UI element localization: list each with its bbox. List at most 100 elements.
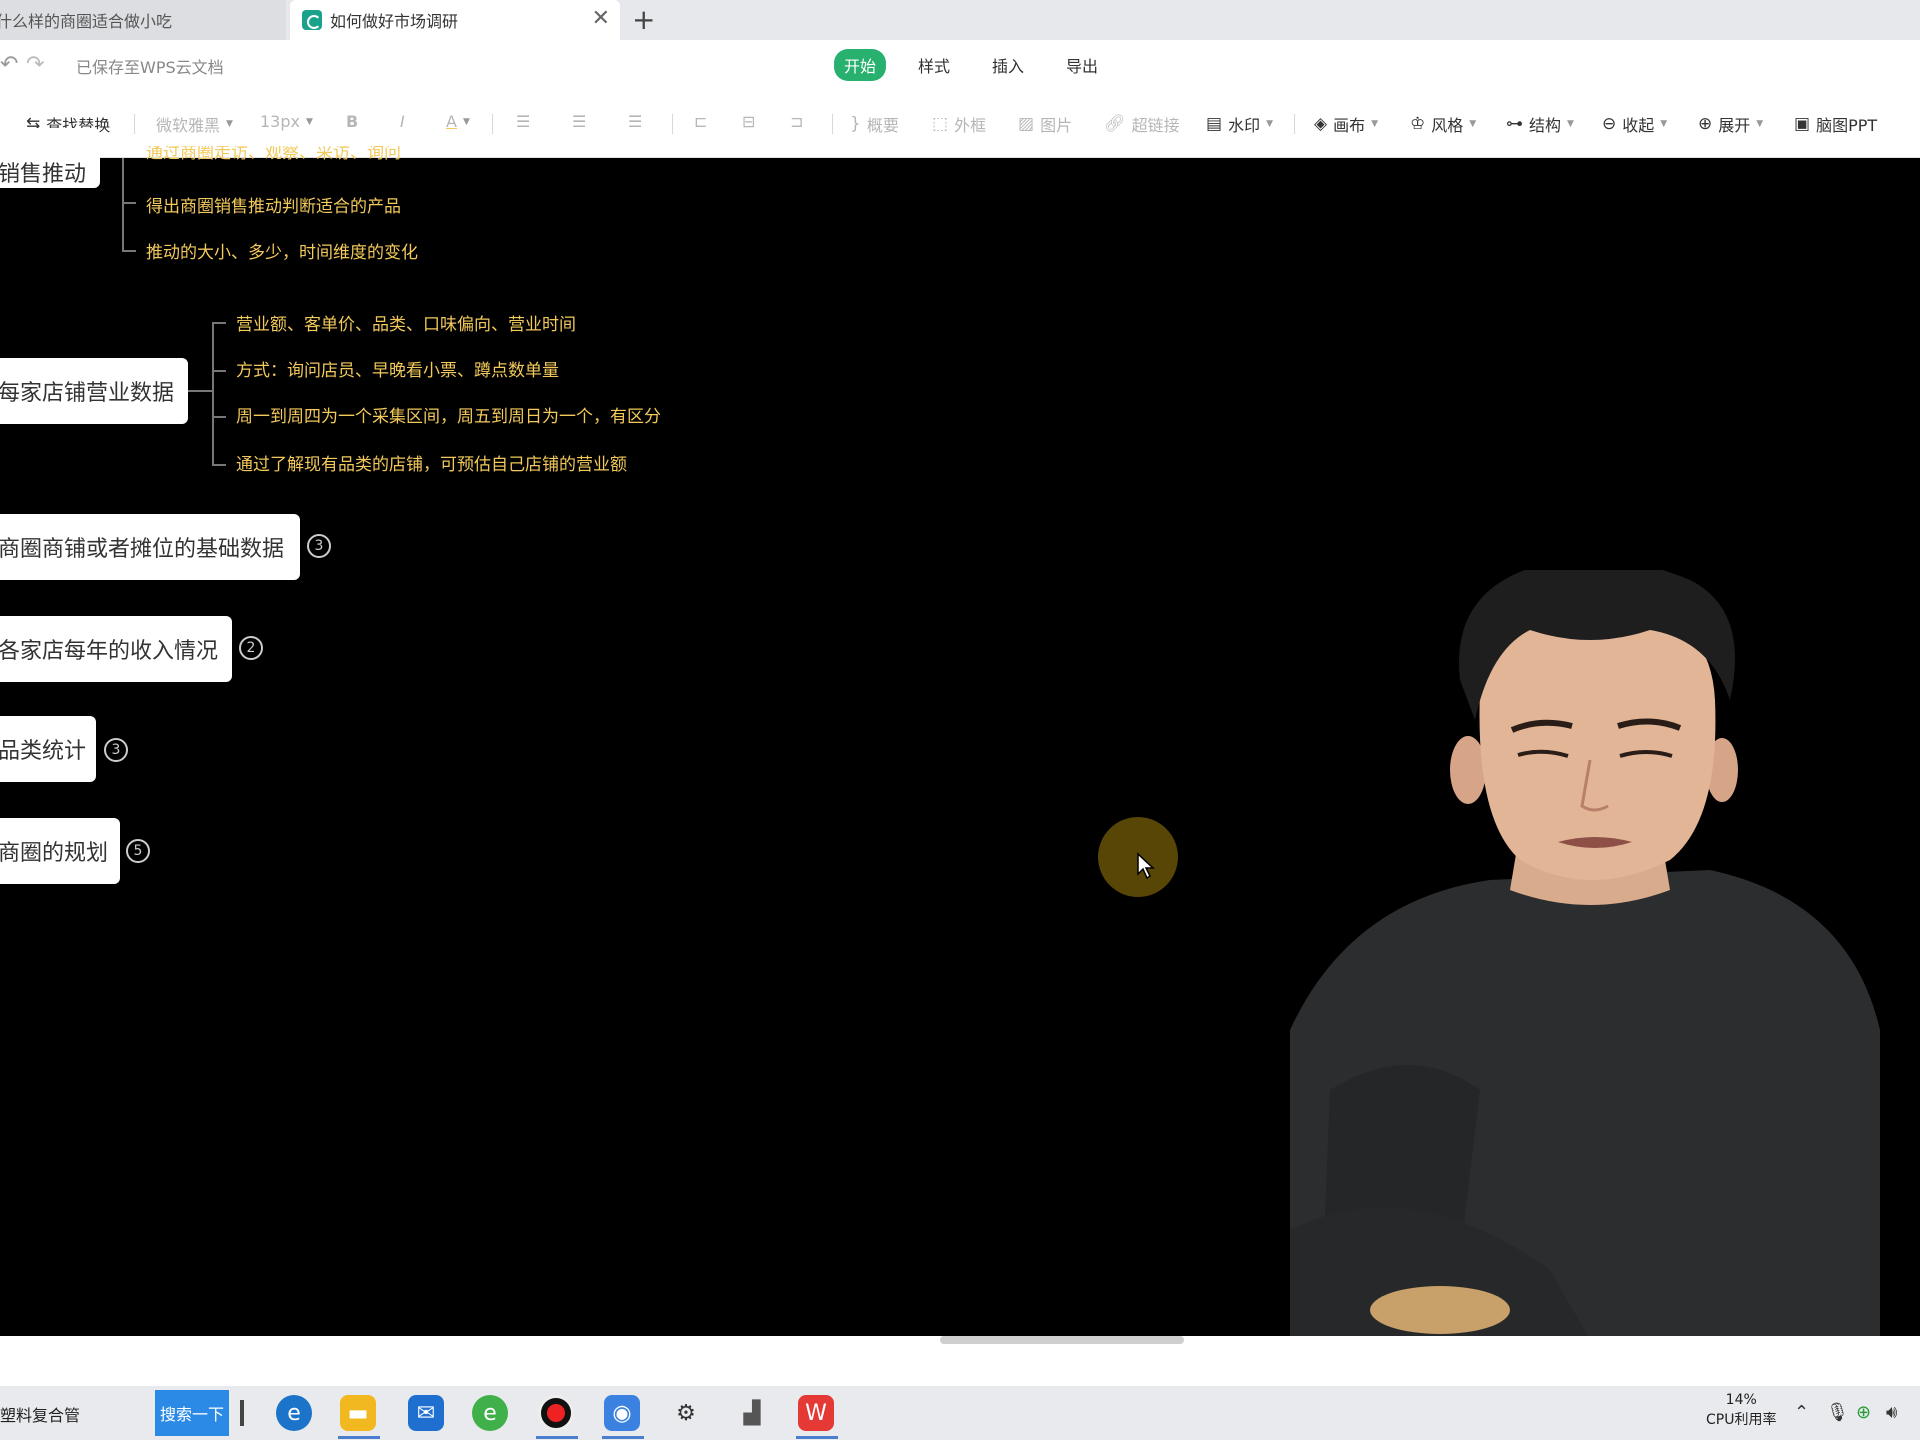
font-family-select[interactable]: 微软雅黑 ▼	[156, 112, 233, 136]
tab-start[interactable]: 开始	[834, 49, 887, 81]
cpu-usage: 14% CPU利用率	[1706, 1390, 1776, 1430]
mindmap-node[interactable]: 商圈商铺或者摊位的基础数据	[0, 514, 300, 580]
browser-icon[interactable]: e	[472, 1395, 508, 1431]
security-icon[interactable]: ⊕	[1856, 1402, 1871, 1423]
image-icon: ▨	[1018, 114, 1035, 134]
image-button[interactable]: ▨ 图片	[1018, 112, 1072, 136]
browser-tab-strip: 什么样的商圈适合做小吃 如何做好市场调研 ✕ +	[0, 0, 1920, 40]
wps-icon[interactable]: W	[798, 1395, 834, 1431]
tab-export[interactable]: 导出	[1056, 49, 1108, 81]
mindmap-node[interactable]: 每家店铺营业数据	[0, 358, 188, 424]
mindmap-node[interactable]: 销售推动	[0, 128, 101, 188]
align-left-icon[interactable]: ☰	[516, 112, 530, 131]
mindmap-leaf[interactable]: 得出商圈销售推动判断适合的产品	[146, 192, 401, 217]
edge-icon[interactable]: e	[276, 1395, 312, 1431]
divider	[492, 114, 493, 134]
node-label: 各家店每年的收入情况	[0, 639, 219, 664]
menu-tabs: 开始 样式 插入 导出	[834, 49, 1108, 81]
connector-line	[212, 322, 214, 466]
mindmap-leaf[interactable]: 周一到周四为一个采集区间，周五到周日为一个，有区分	[236, 402, 661, 427]
shirt-icon: ♔	[1410, 114, 1426, 134]
connector-line	[212, 370, 226, 372]
active-app-indicator	[796, 1436, 838, 1439]
hyperlink-label: 超链接	[1131, 116, 1180, 135]
browser-tab-active[interactable]: 如何做好市场调研 ✕	[290, 0, 620, 40]
mindmap-node[interactable]: 品类统计	[0, 716, 96, 782]
mindmap-leaf[interactable]: 通过商圈走访、观察、采访、询问	[146, 146, 401, 166]
insert-sibling-icon[interactable]: ⊟	[742, 112, 755, 131]
watermark-button[interactable]: ▤ 水印 ▼	[1206, 112, 1273, 136]
close-tab-icon[interactable]: ✕	[592, 8, 610, 30]
new-tab-button[interactable]: +	[632, 4, 655, 36]
record-icon[interactable]	[538, 1395, 574, 1431]
font-family-value: 微软雅黑	[156, 116, 221, 135]
align-center-icon[interactable]: ☰	[572, 112, 586, 131]
chevron-down-icon: ▼	[1266, 119, 1273, 129]
chevron-up-icon[interactable]: ⌃	[1794, 1402, 1809, 1423]
collapsed-count-badge[interactable]: 2	[239, 636, 263, 660]
camera-icon[interactable]: ◉	[604, 1395, 640, 1431]
tab-insert[interactable]: 插入	[982, 49, 1034, 81]
mindmap-ppt-button[interactable]: ▣ 脑图PPT	[1794, 112, 1877, 136]
font-size-select[interactable]: 13px ▼	[260, 112, 313, 131]
mindmap-leaf[interactable]: 方式：询问店员、早晚看小票、蹲点数单量	[236, 356, 559, 381]
collapsed-count-badge[interactable]: 3	[307, 534, 331, 558]
taskbar-search-input[interactable]: 塑料复合管	[0, 1402, 80, 1426]
collapsed-count-badge[interactable]: 5	[126, 839, 150, 863]
structure-button[interactable]: ⊶ 结构 ▼	[1506, 112, 1574, 136]
insert-parent-icon[interactable]: ⊐	[790, 112, 803, 131]
summary-button[interactable]: } 概要	[850, 112, 899, 136]
connector-line	[212, 464, 226, 466]
node-label: 商圈商铺或者摊位的基础数据	[0, 537, 285, 562]
font-color-label: A	[446, 112, 457, 131]
hyperlink-button[interactable]: 🔗︎ 超链接	[1104, 112, 1180, 136]
microphone-icon[interactable]: 🎙︎	[1826, 1402, 1849, 1423]
mindmap-leaf[interactable]: 营业额、客单价、品类、口味偏向、营业时间	[236, 310, 576, 335]
link-icon: 🔗︎	[1104, 114, 1126, 134]
mindmap-node[interactable]: 商圈的规划	[0, 818, 120, 884]
align-right-icon[interactable]: ☰	[628, 112, 642, 131]
italic-button[interactable]: I	[400, 112, 405, 131]
speaker-icon[interactable]: 🔊︎	[1886, 1402, 1897, 1423]
border-button[interactable]: ⬚ 外框	[932, 112, 986, 136]
bold-button[interactable]: B	[346, 112, 358, 131]
plus-circle-icon: ⊕	[1698, 114, 1713, 134]
save-status: 已保存至WPS云文档	[76, 58, 224, 77]
mindmap-leaf[interactable]: 推动的大小、多少，时间维度的变化	[146, 238, 418, 263]
active-app-indicator	[338, 1436, 380, 1439]
redo-icon[interactable]: ↷	[26, 52, 44, 77]
border-label: 外框	[954, 116, 987, 135]
mindmap-node[interactable]: 各家店每年的收入情况	[0, 616, 232, 682]
collapse-button[interactable]: ⊖ 收起 ▼	[1602, 112, 1667, 136]
font-color-button[interactable]: A ▼	[446, 112, 470, 131]
tool-icon[interactable]: ▟	[734, 1395, 770, 1431]
mindmap-ppt-label: 脑图PPT	[1816, 116, 1878, 135]
insert-child-icon[interactable]: ⊏	[694, 112, 707, 131]
document-header: ↶ ↷ 已保存至WPS云文档 开始 样式 插入 导出	[0, 40, 1920, 88]
mindmap-leaf[interactable]: 通过了解现有品类的店铺，可预估自己店铺的营业额	[236, 450, 627, 475]
canvas-button[interactable]: ◈ 画布 ▼	[1314, 112, 1378, 136]
horizontal-scrollbar[interactable]	[940, 1336, 1184, 1344]
style-button[interactable]: ♔ 风格 ▼	[1410, 112, 1476, 136]
node-label: 品类统计	[0, 739, 87, 764]
collapse-label: 收起	[1622, 116, 1655, 135]
connector-line	[122, 250, 136, 252]
chevron-down-icon: ▼	[1567, 119, 1574, 129]
tab-style[interactable]: 样式	[908, 49, 960, 81]
taskbar-search-button[interactable]: 搜索一下	[155, 1390, 229, 1436]
collapsed-count-badge[interactable]: 3	[104, 738, 128, 762]
undo-icon[interactable]: ↶	[0, 52, 18, 77]
chevron-down-icon: ▼	[462, 116, 470, 127]
browser-tab-inactive[interactable]: 什么样的商圈适合做小吃	[0, 0, 286, 40]
active-app-indicator	[602, 1436, 644, 1439]
os-taskbar: 塑料复合管 搜索一下 e ▬ ✉ e ◉ ⚙ ▟ W 14% CPU利用率 ⌃ …	[0, 1386, 1920, 1440]
minus-circle-icon: ⊖	[1602, 114, 1617, 134]
mail-icon[interactable]: ✉	[408, 1395, 444, 1431]
tab-title: 什么样的商圈适合做小吃	[0, 12, 173, 31]
expand-button[interactable]: ⊕ 展开 ▼	[1698, 112, 1763, 136]
watermark-label: 水印	[1228, 116, 1261, 135]
divider	[832, 114, 833, 134]
folder-icon[interactable]: ▬	[340, 1395, 376, 1431]
connector-line	[122, 202, 136, 204]
settings-icon[interactable]: ⚙	[668, 1395, 704, 1431]
